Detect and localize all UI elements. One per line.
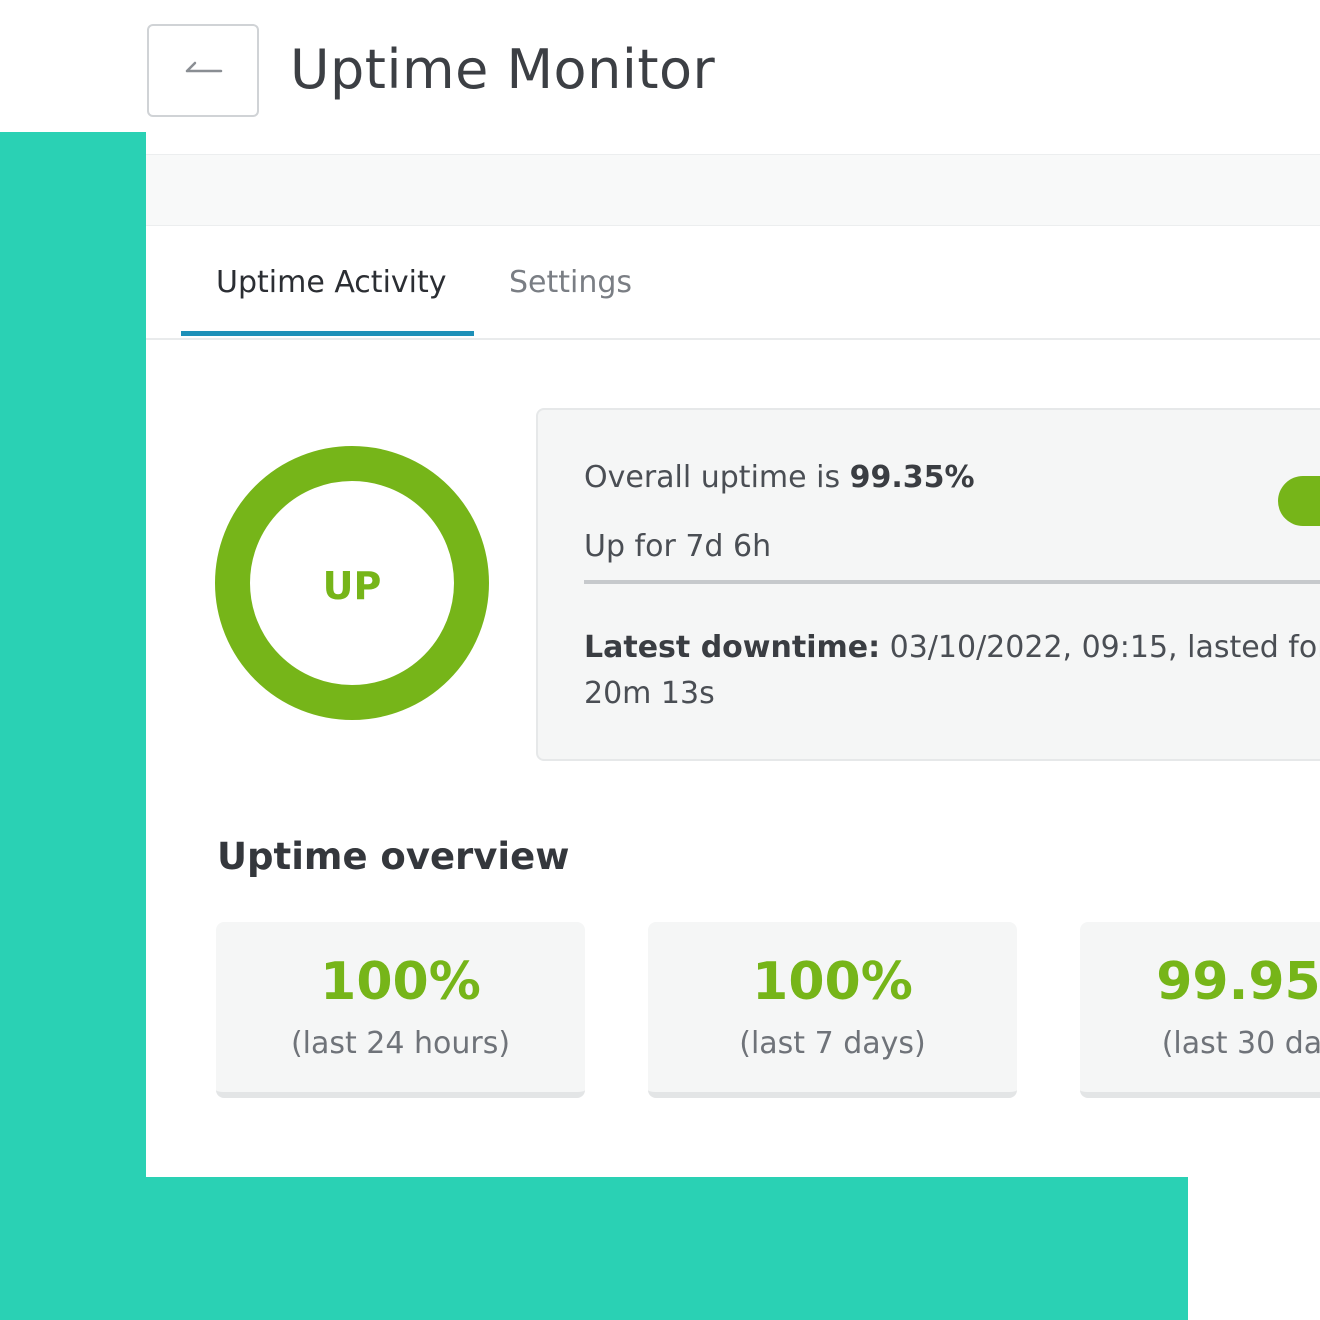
stat-period: (last 7 days) [739, 1026, 926, 1061]
summary-card: Overall uptime is 99.35% Up for 7d 6h La… [536, 408, 1320, 761]
overall-uptime: Overall uptime is 99.35% [584, 460, 975, 495]
stat-value: 99.95% [1156, 952, 1320, 1012]
tab-bar: Uptime Activity Settings [146, 225, 1320, 340]
main-panel: Uptime Activity Settings UP Overall upti… [146, 132, 1320, 1177]
stat-card-30d: 99.95% (last 30 days) [1080, 922, 1320, 1098]
uptime-divider [584, 580, 1320, 584]
latest-downtime: Latest downtime: 03/10/2022, 09:15, last… [584, 625, 1320, 717]
arrow-left-icon [183, 57, 223, 85]
tab-uptime-activity[interactable]: Uptime Activity [216, 265, 447, 300]
status-label: UP [322, 564, 382, 608]
stat-period: (last 24 hours) [290, 1026, 511, 1061]
status-toggle[interactable] [1278, 476, 1320, 526]
status-ring: UP [215, 446, 489, 720]
stat-card-24h: 100% (last 24 hours) [216, 922, 585, 1098]
tab-settings[interactable]: Settings [509, 265, 632, 300]
overall-uptime-value: 99.35% [849, 460, 975, 495]
teal-background-left [0, 132, 146, 1320]
screenshot-canvas: Uptime Monitor Uptime Activity Settings … [0, 0, 1320, 1320]
stat-period: (last 30 days) [1161, 1026, 1320, 1061]
uptime-overview-title: Uptime overview [217, 835, 570, 878]
stat-value: 100% [320, 952, 481, 1012]
up-for-duration: Up for 7d 6h [584, 529, 772, 564]
toolbar-strip [146, 154, 1320, 226]
teal-background-bottom [0, 1177, 1188, 1320]
back-button[interactable] [147, 24, 259, 117]
latest-downtime-label: Latest downtime: [584, 630, 881, 665]
page-title: Uptime Monitor [290, 38, 716, 101]
overall-uptime-prefix: Overall uptime is [584, 460, 850, 495]
page-header: Uptime Monitor [0, 0, 1320, 132]
active-tab-indicator [181, 331, 474, 336]
stat-card-7d: 100% (last 7 days) [648, 922, 1017, 1098]
stat-value: 100% [752, 952, 913, 1012]
